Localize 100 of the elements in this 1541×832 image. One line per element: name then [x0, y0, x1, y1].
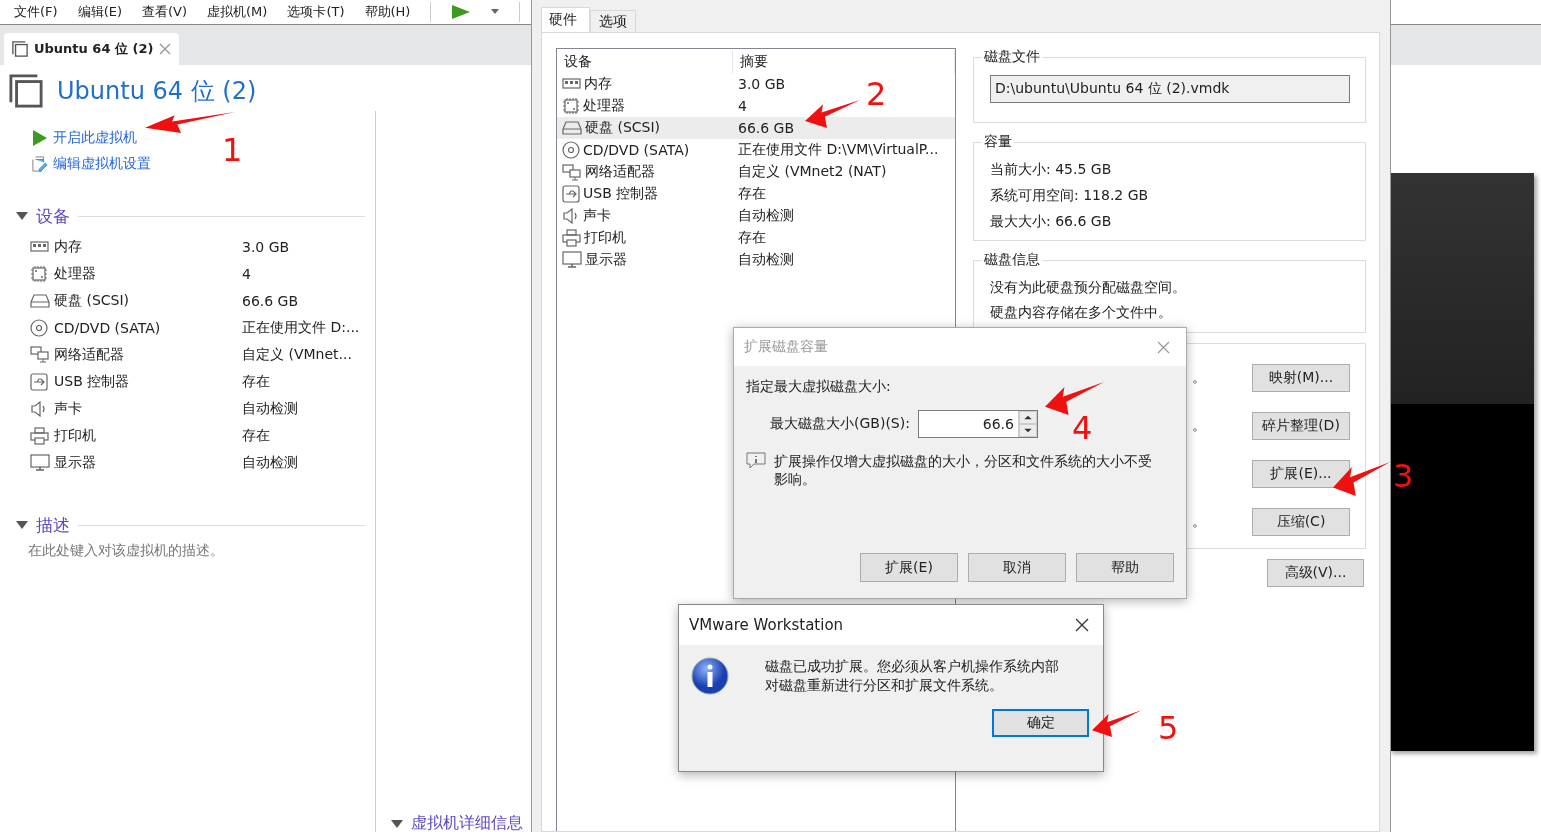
chip-icon: [30, 264, 48, 283]
usb-icon: [30, 372, 48, 391]
usb-icon: [562, 185, 580, 203]
section-title[interactable]: 虚拟机详细信息: [411, 813, 523, 832]
group-title: 容量: [983, 133, 1013, 151]
annotation-number: 1: [222, 132, 243, 168]
advanced-button[interactable]: 高级(V)...: [1267, 559, 1364, 587]
dialog-title: 扩展磁盘容量: [744, 338, 828, 356]
column-header[interactable]: 摘要: [733, 51, 955, 73]
table-cell: 自动检测: [738, 251, 794, 269]
action-link[interactable]: 开启此虚拟机: [53, 129, 137, 147]
memory-icon: [562, 78, 581, 90]
device-value: 66.6 GB: [242, 292, 300, 309]
device-value: 存在: [242, 372, 271, 391]
menu-item[interactable]: 帮助(H): [364, 3, 411, 21]
group-title: 磁盘信息: [983, 251, 1041, 269]
device-value: 3.0 GB: [242, 238, 291, 255]
caret-icon[interactable]: [491, 9, 500, 15]
action-link[interactable]: 编辑虚拟机设置: [53, 155, 151, 173]
table-cell: 处理器: [583, 97, 625, 115]
settings-tab[interactable]: 硬件: [541, 7, 590, 32]
table-cell: 存在: [738, 229, 766, 247]
section-title[interactable]: 描述: [36, 513, 70, 537]
disk-drive-icon: [30, 293, 50, 308]
info-text: 系统可用空间: 118.2 GB: [990, 187, 1149, 203]
close-icon[interactable]: [1075, 618, 1089, 632]
monitor-icon: [562, 251, 582, 269]
memory-icon: [30, 240, 49, 253]
device-name: 显示器: [54, 453, 97, 472]
speaker-icon: [30, 400, 48, 417]
device-name: 声卡: [54, 399, 83, 418]
note-text: 扩展操作仅增大虚拟磁盘的大小，分区和文件系统的大小不受影响。: [774, 452, 1152, 488]
menu-item[interactable]: 文件(F): [14, 3, 58, 21]
menu-item[interactable]: 选项卡(T): [287, 3, 345, 21]
utility-button[interactable]: 压缩(C): [1252, 508, 1350, 536]
device-name: 打印机: [54, 426, 97, 445]
chip-icon: [562, 97, 580, 115]
vm-tab[interactable]: Ubuntu 64 位 (2): [4, 33, 180, 65]
description-field[interactable]: 在此处键入对该虚拟机的描述。: [28, 542, 224, 560]
device-name: CD/DVD (SATA): [54, 319, 162, 336]
annotation-number: 4: [1072, 410, 1093, 446]
vm-icon: [9, 74, 43, 108]
utility-button[interactable]: 映射(M)...: [1252, 364, 1350, 392]
annotation-number: 3: [1393, 458, 1414, 494]
disc-icon: [30, 318, 48, 337]
utility-button[interactable]: 扩展(E)...: [1252, 460, 1350, 488]
annotation-arrow: [805, 100, 860, 128]
size-spin-field[interactable]: 66.6: [917, 410, 1038, 438]
table-cell: 正在使用文件 D:\VM\VirtualP...: [738, 141, 939, 159]
vm-title: Ubuntu 64 位 (2): [57, 76, 257, 107]
printer-icon: [30, 426, 49, 445]
info-text: 最大大小: 66.6 GB: [990, 213, 1112, 229]
menu-item[interactable]: 编辑(E): [77, 3, 122, 21]
collapse-arrow-icon[interactable]: [16, 211, 28, 221]
info-text: 没有为此硬盘预分配磁盘空间。: [990, 279, 1186, 295]
table-cell: USB 控制器: [583, 185, 659, 203]
disk-drive-icon: [562, 121, 582, 135]
utility-text: 。: [1192, 417, 1206, 433]
menu-item[interactable]: 虚拟机(M): [207, 3, 268, 21]
message-text: 磁盘已成功扩展。您必须从客户机操作系统内部对磁盘重新进行分区和扩展文件系统。: [765, 657, 1060, 695]
prompt-text: 指定最大虚拟磁盘大小:: [746, 378, 891, 394]
play-icon[interactable]: [451, 5, 472, 19]
info-icon: [691, 657, 729, 695]
dialog-button[interactable]: 取消: [968, 553, 1066, 582]
utility-button[interactable]: 碎片整理(D): [1252, 412, 1350, 440]
speaker-icon: [562, 208, 580, 224]
menu-item[interactable]: 查看(V): [142, 3, 188, 21]
table-cell: 打印机: [584, 229, 626, 247]
device-value: 4: [242, 265, 252, 282]
device-value: 自动检测: [242, 453, 299, 472]
table-cell: 自动检测: [738, 207, 794, 225]
annotation-number: 5: [1158, 710, 1179, 746]
disc-icon: [562, 141, 580, 159]
device-value: 自动检测: [242, 399, 299, 418]
settings-tab[interactable]: 选项: [590, 10, 636, 32]
ok-button[interactable]: 确定: [992, 709, 1089, 737]
table-cell: 内存: [584, 75, 612, 93]
dialog-title: VMware Workstation: [689, 616, 844, 634]
network-icon: [562, 163, 582, 181]
network-icon: [30, 346, 50, 363]
device-name: 处理器: [54, 264, 97, 283]
disk-file-field[interactable]: D:\ubuntu\Ubuntu 64 位 (2).vmdk: [990, 75, 1350, 103]
annotation-arrow: [1045, 382, 1104, 415]
table-cell: 硬盘 (SCSI): [585, 119, 661, 137]
device-value: 正在使用文件 D:...: [242, 318, 361, 337]
dialog-button[interactable]: 帮助: [1076, 553, 1174, 582]
dialog-button[interactable]: 扩展(E): [860, 553, 958, 582]
group-title: 磁盘文件: [983, 48, 1041, 66]
collapse-arrow-icon[interactable]: [391, 818, 403, 829]
utility-text: 。: [1192, 513, 1206, 529]
selected-row[interactable]: 硬盘 (SCSI) 66.6 GB: [557, 117, 955, 139]
section-title[interactable]: 设备: [36, 204, 70, 228]
device-name: USB 控制器: [54, 372, 131, 391]
annotation-arrow: [1333, 462, 1390, 496]
column-header[interactable]: 设备: [557, 51, 733, 73]
device-name: 硬盘 (SCSI): [54, 291, 131, 310]
play-icon: [32, 130, 48, 146]
table-cell: 自定义 (VMnet2 (NAT): [738, 163, 887, 181]
table-cell: CD/DVD (SATA): [583, 142, 690, 158]
collapse-arrow-icon[interactable]: [16, 520, 28, 530]
